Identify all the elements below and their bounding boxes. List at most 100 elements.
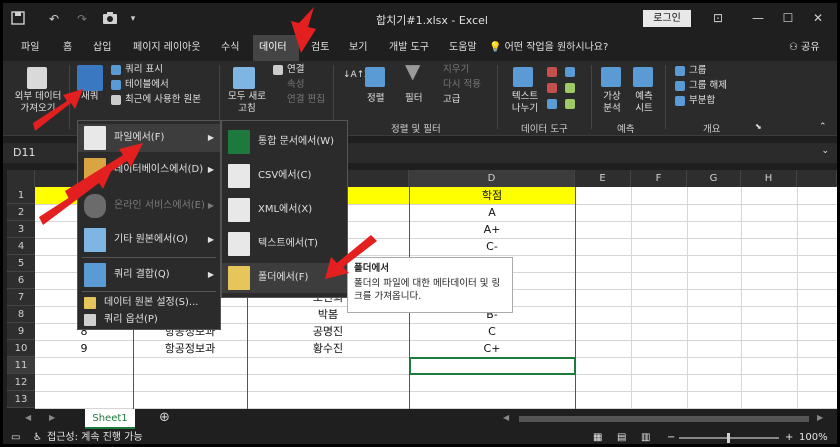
row-header[interactable]: 7 [7,289,35,306]
tab-file[interactable]: 파일 [15,35,45,61]
share-button[interactable]: ⚇ 공유 [789,35,820,61]
menu-item-from-database[interactable]: 데이터베이스에서(D) ▶ [78,156,220,184]
scroll-right-icon[interactable]: ▶ [817,413,823,422]
clear-button[interactable]: 지우기 [443,64,469,76]
close-icon[interactable]: ✕ [805,7,831,29]
cell-d9[interactable]: C [409,323,575,340]
menu-item-from-workbook[interactable]: 통합 문서에서(W) [222,127,347,157]
add-sheet-icon[interactable]: ⊕ [159,410,170,425]
column-header-d[interactable]: D [409,170,575,187]
sheet-tab-sheet1[interactable]: Sheet1 [85,409,135,429]
advanced-button[interactable]: 고급 [443,94,460,106]
zoom-out-icon[interactable]: − [667,429,675,444]
select-all-corner[interactable] [7,170,35,187]
zoom-slider-thumb[interactable] [727,433,730,443]
column-header-e[interactable]: E [575,170,631,187]
tab-developer[interactable]: 개발 도구 [383,35,435,61]
cell-a10[interactable]: 9 [35,340,133,357]
row-header[interactable]: 12 [7,374,35,391]
menu-item-query-options[interactable]: 쿼리 옵션(P) [78,312,220,328]
row-header[interactable]: 1 [7,187,35,204]
tab-insert[interactable]: 삽입 [87,35,117,61]
collapse-ribbon-icon[interactable]: ⌃ [819,121,827,133]
filter-button[interactable]: 필터 [405,93,422,105]
show-query-button[interactable]: 쿼리 표시 [125,64,163,76]
column-header-h[interactable]: H [741,170,797,187]
row-header[interactable]: 5 [7,255,35,272]
tab-review[interactable]: 검토 [305,35,335,61]
new-query-button[interactable]: 새쿼 [81,91,98,103]
scroll-left-icon[interactable]: ◀ [503,413,509,422]
cell-d3[interactable]: A+ [409,221,575,238]
zoom-in-icon[interactable]: + [785,429,793,444]
menu-item-from-xml[interactable]: XML에서(X) [222,195,347,225]
menu-item-from-online-services[interactable]: 온라인 서비스에서(E) ▶ [78,192,220,220]
forecast-sheet-button[interactable]: 예측 시트 [631,91,657,115]
what-if-analysis-button[interactable]: 가상 분석 [599,91,625,115]
group-button[interactable]: 그룹 [689,65,706,77]
undo-icon[interactable]: ↶ [45,11,63,27]
manage-data-model-icon[interactable] [565,99,575,109]
row-header[interactable]: 11 [7,357,35,374]
consolidate-icon[interactable] [565,67,575,77]
horizontal-scrollbar[interactable] [519,416,809,422]
accessibility-status[interactable]: 접근성: 계속 진행 가능 [47,429,143,444]
ungroup-button[interactable]: 그룹 해제 [689,80,727,92]
cell-c10[interactable]: 황수진 [247,340,409,357]
data-validation-icon[interactable] [547,99,557,109]
text-to-columns-button[interactable]: 텍스트 나누기 [507,91,543,115]
column-header-f[interactable]: F [631,170,687,187]
normal-view-icon[interactable]: ▦ [593,429,602,444]
properties-button[interactable]: 속성 [287,79,304,91]
macro-record-icon[interactable]: ▭ [11,429,20,444]
connections-button[interactable]: 연결 [287,64,304,76]
name-box[interactable]: D11 [7,144,71,162]
get-external-data-button[interactable]: 외부 데이터 가져오기 [11,91,65,115]
minimize-icon[interactable]: — [745,7,771,29]
menu-item-combine-queries[interactable]: 쿼리 결합(Q) ▶ [78,261,220,289]
recent-sources-button[interactable]: 최근에 사용한 원본 [125,94,201,106]
cell-d2[interactable]: A [409,204,575,221]
refresh-all-button[interactable]: 모두 새로 고침 [225,91,269,115]
reapply-button[interactable]: 다시 적용 [443,79,481,91]
redo-icon[interactable]: ↷ [73,11,91,27]
menu-item-from-text[interactable]: 텍스트에서(T) [222,229,347,259]
row-header[interactable]: 6 [7,272,35,289]
cell-d10[interactable]: C+ [409,340,575,357]
tab-help[interactable]: 도움말 [443,35,483,61]
next-sheet-icon[interactable]: ▶ [49,413,55,422]
row-header[interactable]: 3 [7,221,35,238]
flash-fill-icon[interactable] [547,67,557,77]
menu-item-from-other-sources[interactable]: 기타 원본에서(O) ▶ [78,226,220,254]
tell-me-search[interactable]: 💡 어떤 작업을 원하시나요? [483,35,614,61]
edit-links-button[interactable]: 연결 편집 [287,94,325,106]
prev-sheet-icon[interactable]: ◀ [25,413,31,422]
menu-item-from-csv[interactable]: CSV에서(C) [222,161,347,191]
row-header[interactable]: 13 [7,391,35,408]
row-header[interactable]: 9 [7,323,35,340]
from-table-button[interactable]: 테이블에서 [125,79,169,91]
page-break-view-icon[interactable]: ▥ [641,429,650,444]
menu-item-from-folder[interactable]: 폴더에서(F) [222,263,347,293]
sort-button[interactable]: 정렬 [367,93,384,105]
relationships-icon[interactable] [565,83,575,93]
page-layout-view-icon[interactable]: ▤ [617,429,626,444]
camera-icon[interactable] [101,11,119,27]
tab-home[interactable]: 홈 [57,35,78,61]
menu-item-data-source-settings[interactable]: 데이터 원본 설정(S)... [78,295,220,311]
remove-duplicates-icon[interactable] [547,83,557,93]
row-header[interactable]: 8 [7,306,35,323]
tab-data[interactable]: 데이터 [253,35,299,61]
row-header[interactable]: 4 [7,238,35,255]
column-header-g[interactable]: G [687,170,741,187]
selected-cell-d11[interactable] [409,357,576,375]
zoom-level[interactable]: 100% [799,429,828,444]
login-button[interactable]: 로그인 [643,10,691,27]
cell-c9[interactable]: 공명진 [247,323,409,340]
tab-page-layout[interactable]: 페이지 레이아웃 [127,35,207,61]
subtotal-button[interactable]: 부분합 [689,95,715,107]
customize-icon[interactable]: ▾ [127,11,139,27]
maximize-icon[interactable]: ☐ [775,7,801,29]
row-header[interactable]: 2 [7,204,35,221]
cell-b10[interactable]: 항공정보과 [133,340,247,357]
